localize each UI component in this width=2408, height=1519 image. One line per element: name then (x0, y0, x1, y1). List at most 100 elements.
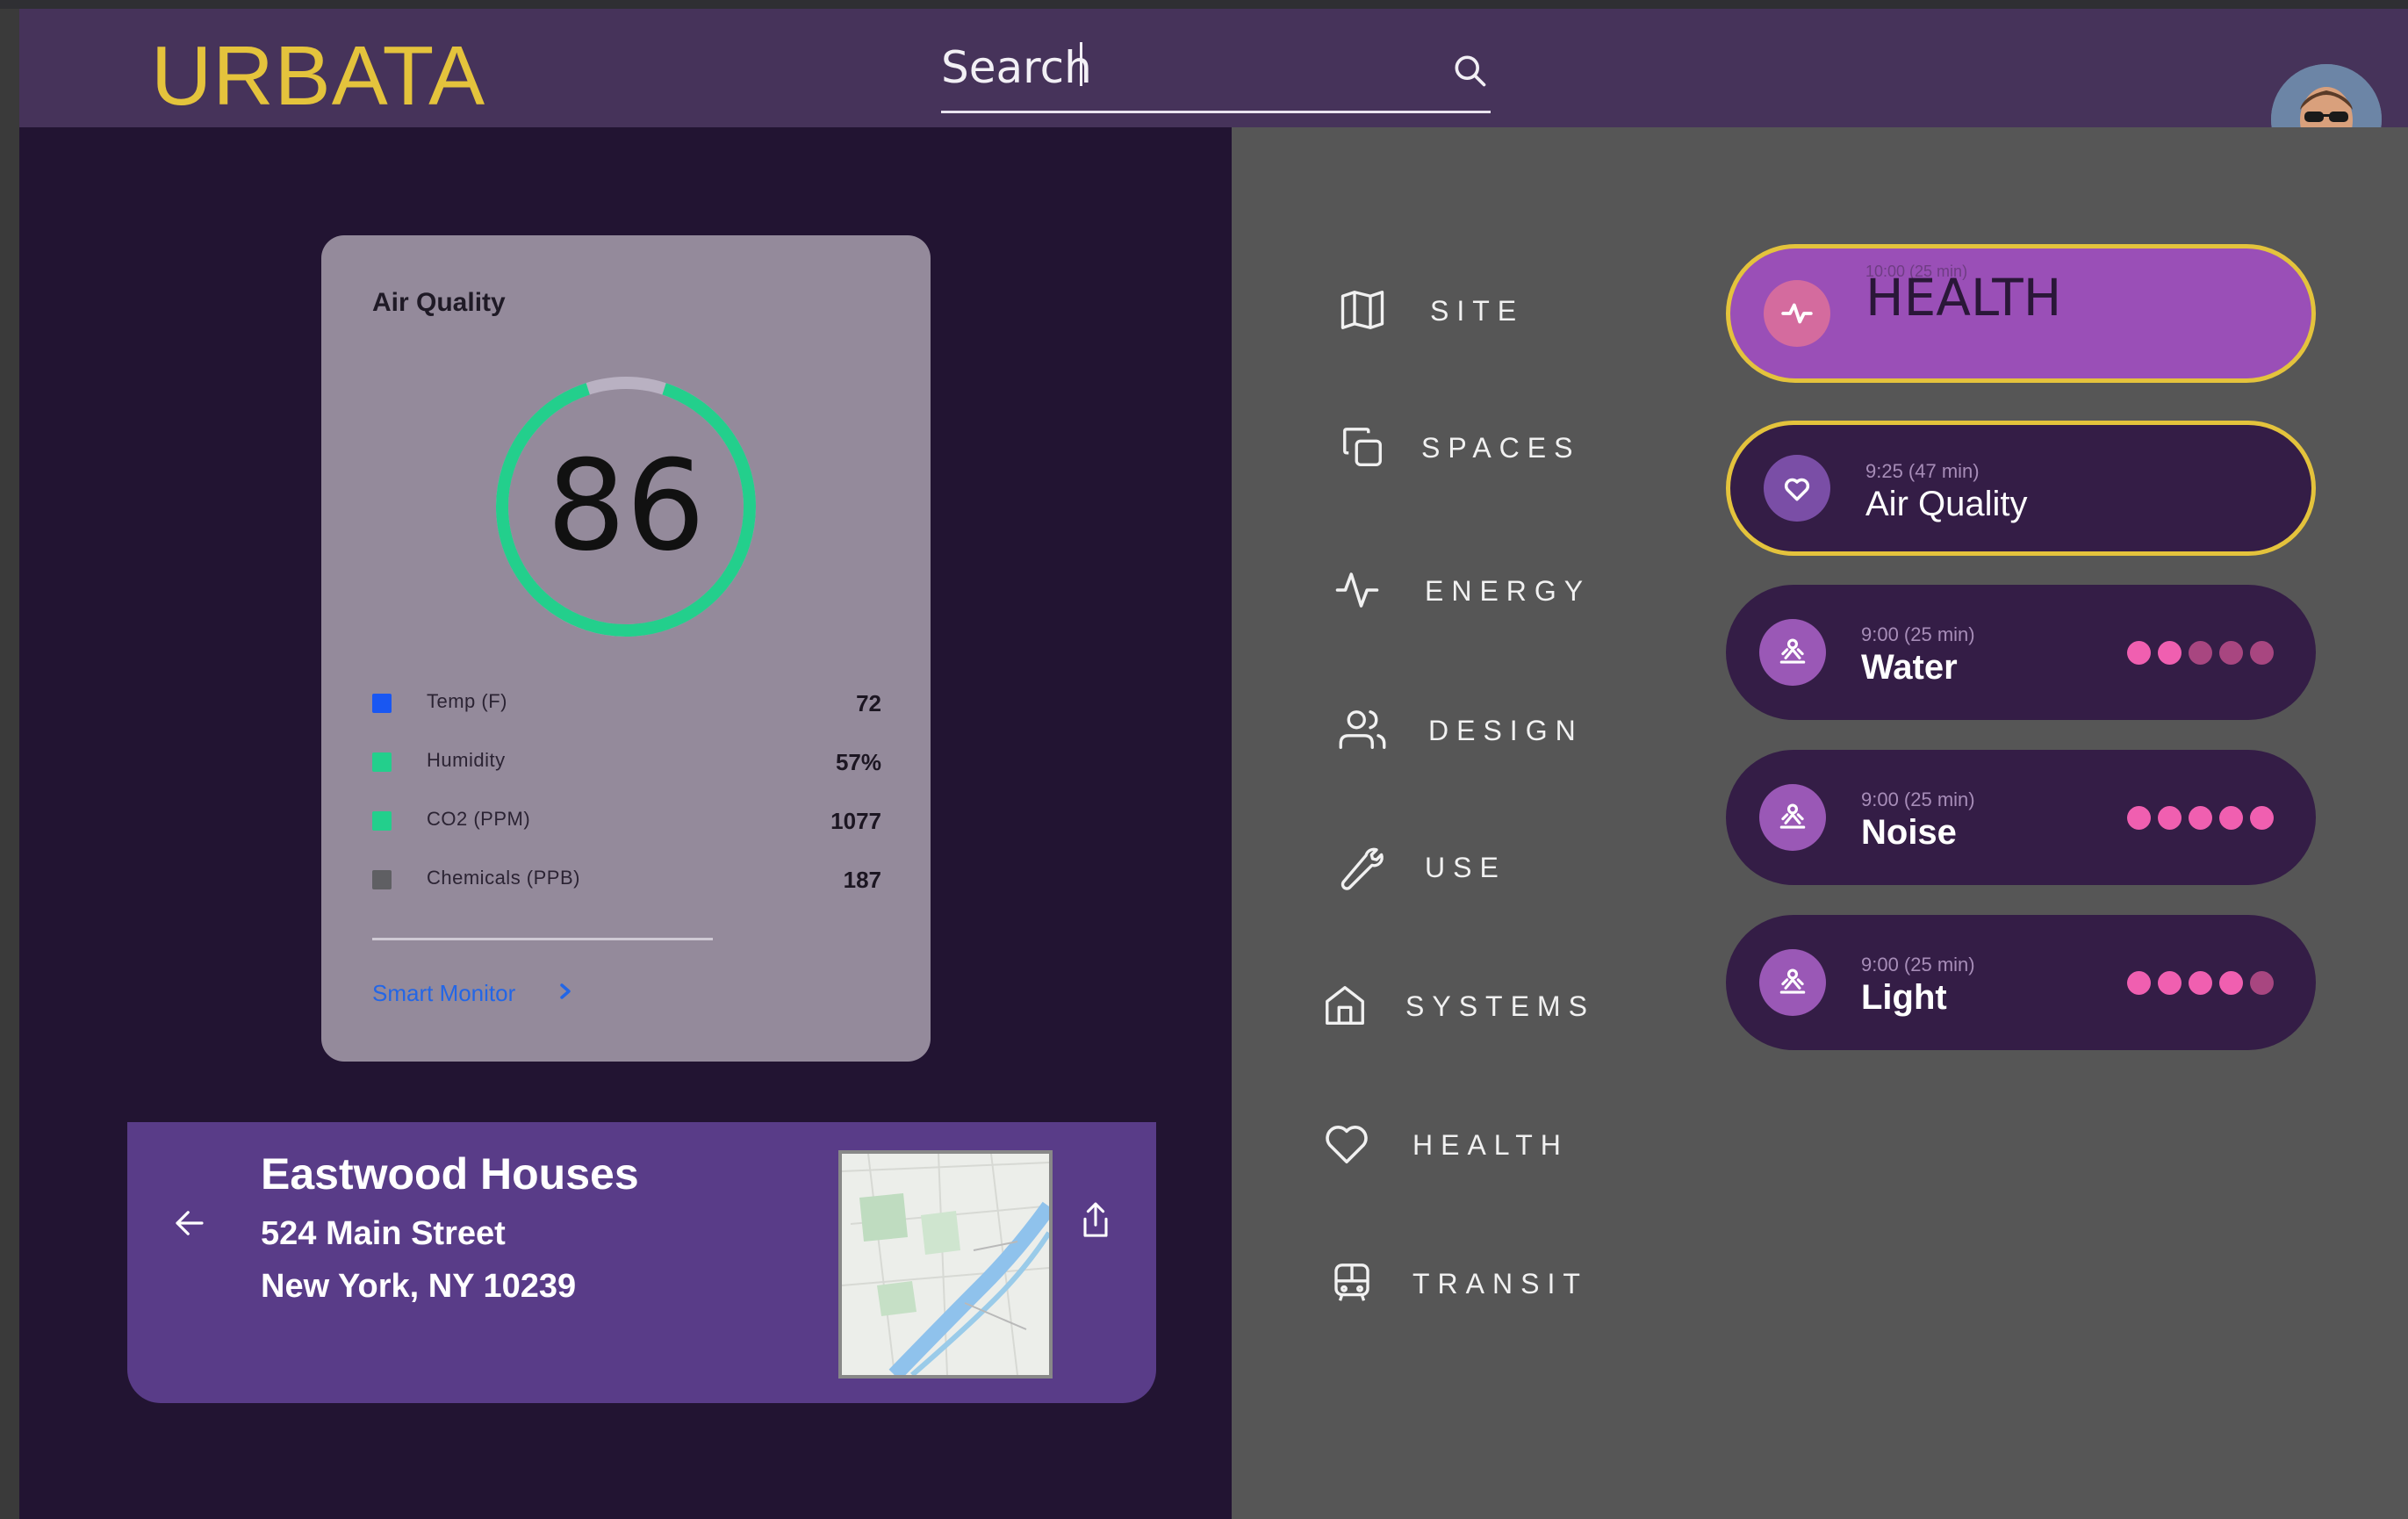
metric-row-co2: CO2 (PPM) 1077 (372, 803, 881, 838)
nav-label: HEALTH (1412, 1129, 1569, 1161)
location-street: 524 Main Street (261, 1215, 506, 1252)
category-card-water[interactable]: 9:00 (25 min) Water (1726, 585, 2316, 720)
bus-icon (1334, 1263, 1369, 1301)
person-icon (1779, 638, 1806, 664)
home-icon (1326, 986, 1364, 1025)
share-icon[interactable] (1077, 1199, 1114, 1242)
card-icon-badge (1764, 455, 1830, 522)
text-caret (1080, 42, 1082, 86)
nav-item-health[interactable]: HEALTH (1321, 1117, 1585, 1170)
map-image (842, 1154, 1049, 1375)
rating-dot (2219, 641, 2243, 665)
chevron-right-icon[interactable] (555, 978, 576, 1004)
card-time: 9:00 (25 min) (1861, 788, 1975, 810)
person-icon (1779, 968, 1806, 994)
card-icon-badge (1759, 619, 1826, 686)
metric-label: Chemicals (PPB) (427, 867, 580, 889)
nav-item-spaces[interactable]: SPACES (1321, 420, 1585, 472)
rating-dot (2250, 641, 2274, 665)
nav-label: DESIGN (1428, 715, 1584, 746)
card-icon-badge (1764, 280, 1830, 347)
metric-label: Humidity (427, 749, 506, 771)
rating-dot (2219, 971, 2243, 995)
air-quality-title: Air Quality (372, 288, 506, 317)
card-label: Water (1861, 648, 1958, 687)
nav-item-use[interactable]: USE (1321, 839, 1585, 892)
search-input[interactable]: Search (941, 42, 1092, 93)
rating-dot (2127, 971, 2151, 995)
app-logo[interactable]: URBATA (151, 28, 485, 125)
location-name: Eastwood Houses (261, 1149, 639, 1199)
metric-value: 187 (843, 867, 881, 893)
rating-dot (2250, 806, 2274, 830)
rating-dots (2127, 971, 2274, 997)
category-card-air-quality[interactable]: 9:25 (47 min) Air Quality (1726, 421, 2316, 556)
legend-swatch (372, 752, 392, 772)
metric-label: Temp (F) (427, 690, 507, 712)
person-icon (1779, 803, 1806, 829)
nav-label: SITE (1430, 295, 1525, 327)
pulse-icon (1781, 303, 1813, 324)
location-city: New York, NY 10239 (261, 1268, 577, 1305)
rating-dot (2127, 806, 2151, 830)
copy-icon (1343, 428, 1382, 466)
metric-row-temp: Temp (F) 72 (372, 685, 881, 720)
category-card-noise[interactable]: 9:00 (25 min) Noise (1726, 750, 2316, 885)
divider (372, 938, 713, 940)
nav-label: ENERGY (1425, 575, 1592, 607)
header-bar: URBATA Search (19, 9, 2408, 127)
location-map-thumbnail[interactable] (838, 1150, 1053, 1379)
wrench-icon (1341, 847, 1384, 890)
card-time: 9:00 (25 min) (1861, 623, 1975, 645)
nav-item-site[interactable]: SITE (1321, 283, 1585, 335)
rating-dots (2127, 641, 2274, 667)
smart-monitor-link[interactable]: Smart Monitor (372, 980, 515, 1007)
card-label: Light (1861, 978, 1947, 1017)
metric-value: 57% (835, 749, 881, 775)
metric-row-chemicals: Chemicals (PPB) 187 (372, 861, 881, 896)
rating-dot (2189, 641, 2212, 665)
search-field[interactable]: Search (941, 33, 1491, 113)
category-card-health[interactable]: 10:00 (25 min) HEALTH (1726, 244, 2316, 383)
category-card-light[interactable]: 9:00 (25 min) Light (1726, 915, 2316, 1050)
card-time: 9:25 (47 min) (1865, 460, 1980, 482)
nav-item-transit[interactable]: TRANSIT (1321, 1256, 1585, 1308)
legend-swatch (372, 870, 392, 889)
metric-value: 72 (856, 690, 881, 716)
users-icon (1339, 710, 1386, 749)
rating-dot (2189, 806, 2212, 830)
rating-dot (2127, 641, 2151, 665)
card-icon-badge (1759, 949, 1826, 1016)
nav-item-energy[interactable]: ENERGY (1321, 563, 1585, 616)
nav-label: TRANSIT (1412, 1268, 1588, 1299)
heart-icon (1326, 1126, 1368, 1164)
rating-dot (2158, 641, 2182, 665)
metric-row-humidity: Humidity 57% (372, 744, 881, 779)
legend-swatch (372, 694, 392, 713)
card-time: 9:00 (25 min) (1861, 954, 1975, 975)
rating-dot (2189, 971, 2212, 995)
rating-dot (2158, 806, 2182, 830)
air-quality-score: 86 (546, 434, 706, 579)
card-label: Air Quality (1865, 485, 2028, 523)
rating-dot (2158, 971, 2182, 995)
metric-label: CO2 (PPM) (427, 808, 531, 830)
nav-label: SPACES (1421, 432, 1581, 464)
legend-swatch (372, 811, 392, 831)
search-icon[interactable] (1450, 51, 1489, 90)
card-label: HEALTH (1865, 268, 2062, 328)
pulse-icon (1335, 572, 1379, 608)
card-icon-badge (1759, 784, 1826, 851)
nav-item-design[interactable]: DESIGN (1321, 702, 1585, 755)
nav-label: USE (1425, 852, 1506, 883)
rating-dots (2127, 806, 2274, 832)
window-frame (0, 0, 19, 1519)
arrow-left-icon[interactable] (171, 1205, 208, 1242)
nav-item-systems[interactable]: SYSTEMS (1321, 978, 1587, 1031)
nav-label: SYSTEMS (1405, 990, 1595, 1022)
air-quality-card: Air Quality 86 Temp (F) 72 Humidity 57% … (321, 235, 931, 1062)
rating-dot (2250, 971, 2274, 995)
card-label: Noise (1861, 813, 1957, 852)
metric-value: 1077 (830, 808, 881, 834)
heart-icon (1784, 478, 1810, 501)
